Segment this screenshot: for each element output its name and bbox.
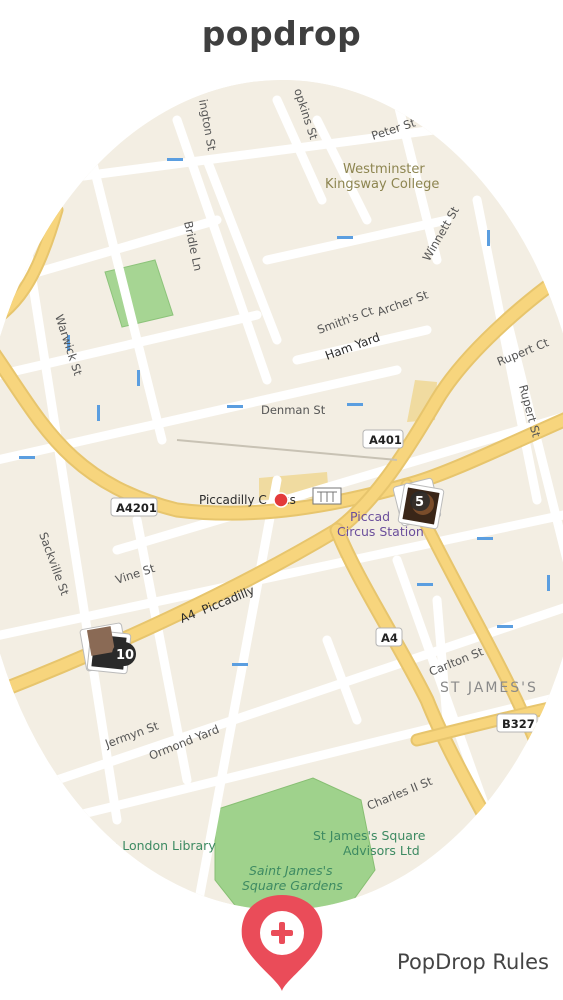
area-label-st-james: ST JAMES'S <box>440 680 538 696</box>
map-canvas: ington St opkins St Peter St Warwick St … <box>0 80 563 910</box>
map-view[interactable]: ington St opkins St Peter St Warwick St … <box>0 80 563 910</box>
advisors-line2: Advisors Ltd <box>343 843 420 858</box>
app-logo: popdrop <box>201 14 362 53</box>
poi-college-line1: Westminster <box>343 162 425 177</box>
svg-text:B327: B327 <box>502 717 535 731</box>
square-line2: Square Gardens <box>242 878 343 893</box>
svg-text:A401: A401 <box>369 433 402 447</box>
station-line2: Circus Station <box>337 524 424 539</box>
library-label: The London Library <box>94 838 216 853</box>
road-shield-a401: A401 <box>362 429 404 449</box>
cluster-count: 5 <box>415 495 424 510</box>
poi-college-line2: Kingsway College <box>325 177 439 192</box>
square-line1: Saint James's <box>249 863 333 878</box>
popdrop-rules-link[interactable]: PopDrop Rules <box>397 950 549 974</box>
svg-text:A4201: A4201 <box>116 501 157 515</box>
road-shield-a4: A4 <box>375 627 403 647</box>
station-icon <box>312 487 342 505</box>
road-shield-b327: B327 <box>496 713 538 733</box>
road-shield-a4201: A4201 <box>110 497 158 517</box>
street-label: Denman St <box>261 403 326 417</box>
current-location-pin[interactable] <box>273 492 289 508</box>
svg-text:A4: A4 <box>381 631 398 645</box>
station-line1: Piccad <box>350 509 390 524</box>
advisors-line1: St James's Square <box>313 828 426 843</box>
cluster-count: 10 <box>116 648 134 663</box>
add-drop-button[interactable] <box>238 893 326 993</box>
